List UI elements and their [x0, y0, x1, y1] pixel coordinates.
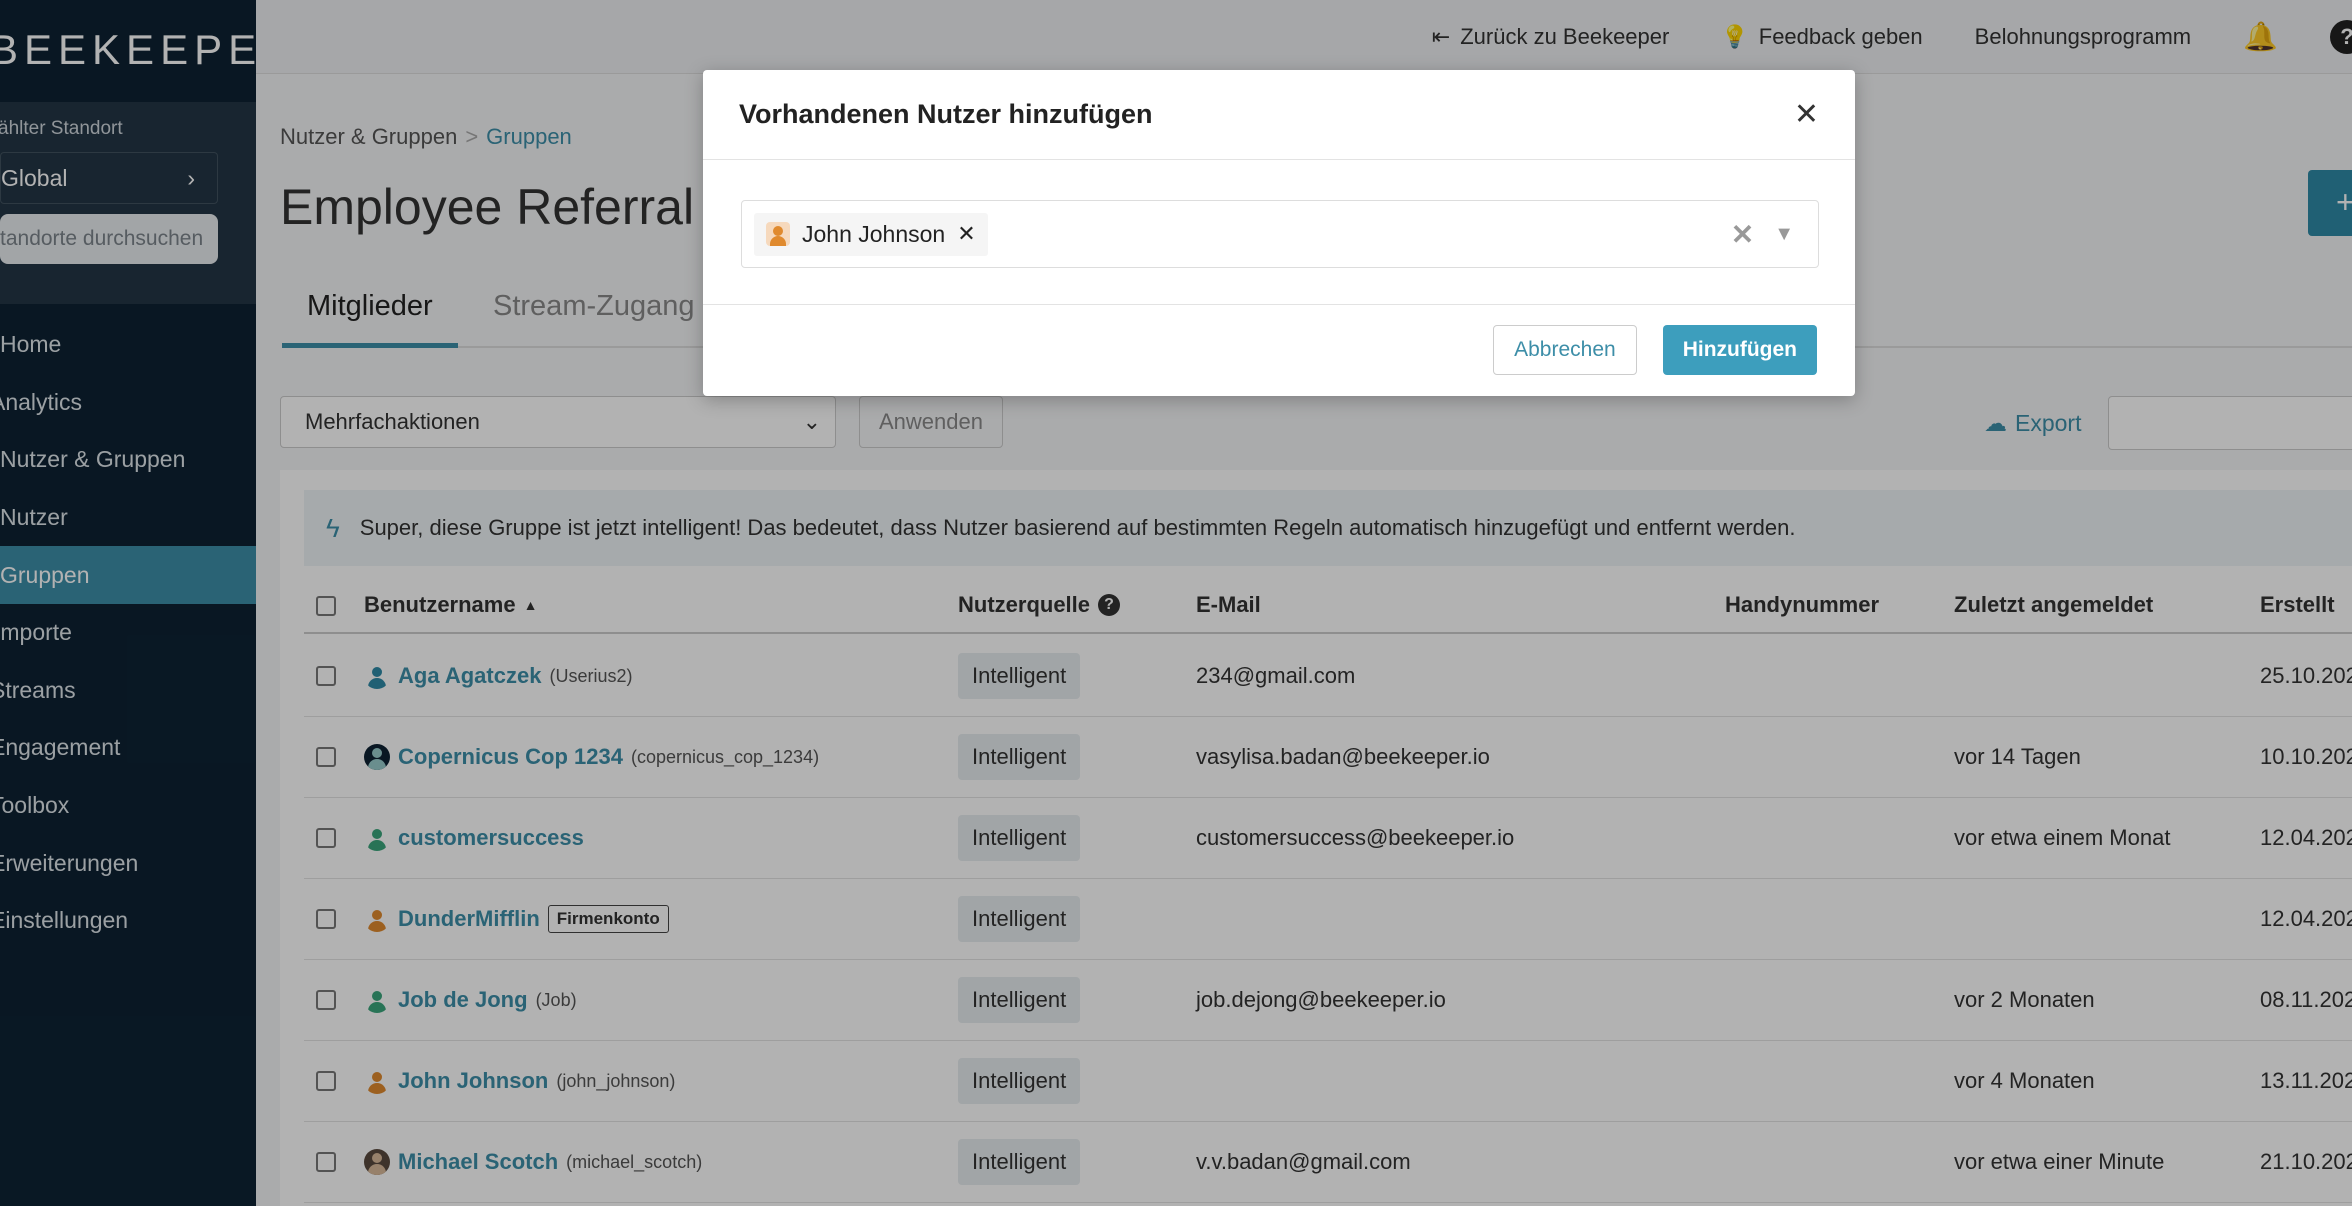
selected-user-name: John Johnson [802, 220, 946, 247]
dialog-body: John Johnson ✕ ✕ ▼ [703, 160, 1855, 305]
add-button[interactable]: Hinzufügen [1662, 325, 1817, 375]
caret-down-icon[interactable]: ▼ [1774, 223, 1794, 246]
add-existing-user-dialog: Vorhandenen Nutzer hinzufügen ✕ John Joh… [703, 70, 1855, 396]
user-multiselect[interactable]: John Johnson ✕ ✕ ▼ [741, 200, 1819, 268]
dialog-footer: Abbrechen Hinzufügen [703, 305, 1855, 395]
remove-chip-icon[interactable]: ✕ [957, 221, 975, 247]
cancel-button[interactable]: Abbrechen [1493, 325, 1637, 375]
dialog-header: Vorhandenen Nutzer hinzufügen ✕ [703, 70, 1855, 160]
clear-selection-icon[interactable]: ✕ [1731, 218, 1754, 251]
selected-user-chip: John Johnson ✕ [754, 212, 988, 256]
close-icon[interactable]: ✕ [1794, 97, 1819, 132]
dialog-title: Vorhandenen Nutzer hinzufügen [739, 99, 1153, 129]
user-avatar-icon [766, 222, 790, 246]
